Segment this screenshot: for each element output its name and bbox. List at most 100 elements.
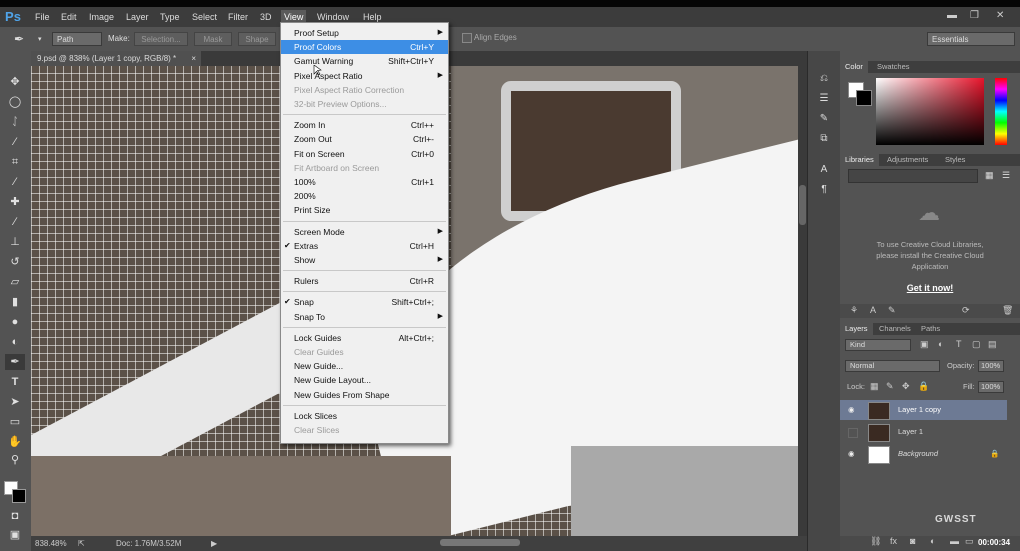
background-color-swatch[interactable] — [12, 489, 26, 503]
vertical-scrollbar[interactable] — [798, 66, 807, 536]
rectangle-tool-icon[interactable]: ▭ — [5, 414, 25, 430]
tab-close-icon[interactable]: × — [191, 51, 196, 66]
library-text-icon[interactable]: A — [870, 305, 876, 315]
properties-panel-icon[interactable]: ☰ — [817, 92, 831, 106]
gradient-tool-icon[interactable]: ▮ — [5, 294, 25, 310]
shape-button[interactable]: Shape — [238, 32, 276, 46]
dodge-tool-icon[interactable]: ◐ — [5, 334, 25, 350]
path-mode-select[interactable]: Path — [52, 32, 102, 46]
pen-tool-icon[interactable]: ✒ — [14, 32, 24, 46]
clone-source-icon[interactable]: ⧉ — [817, 132, 831, 146]
workspace-select[interactable]: Essentials — [927, 32, 1015, 46]
hue-slider[interactable] — [995, 78, 1007, 145]
layer-row[interactable]: ◉ Layer 1 copy — [840, 400, 1007, 420]
layer-row[interactable]: Layer 1 — [840, 422, 1007, 442]
zoom-tool-icon[interactable]: ⚲ — [5, 452, 25, 468]
quick-mask-icon[interactable]: ◘ — [5, 508, 25, 524]
layer-name[interactable]: Layer 1 — [898, 422, 923, 442]
tab-layers[interactable]: Layers — [840, 323, 873, 335]
list-view-icon[interactable]: ☰ — [1002, 170, 1010, 181]
menu-3d[interactable]: 3D — [257, 10, 275, 24]
brush-panel-icon[interactable]: ✎ — [817, 112, 831, 126]
move-tool-icon[interactable]: ✥ — [5, 74, 25, 90]
layer-row[interactable]: ◉ Background 🔒 — [840, 444, 1007, 464]
view-menu-item[interactable]: 100% Ctrl+1 — [281, 175, 448, 189]
brush-tool-icon[interactable]: ∕ — [5, 214, 25, 230]
menu-select[interactable]: Select — [189, 10, 220, 24]
adjustment-layer-icon[interactable]: ◐ — [930, 536, 935, 546]
fx-icon[interactable]: fx — [890, 536, 897, 546]
status-arrow-icon[interactable]: ▶ — [211, 536, 217, 551]
view-menu-item[interactable]: New Guides From Shape — [281, 388, 448, 402]
menu-image[interactable]: Image — [86, 10, 117, 24]
selection-button[interactable]: Selection... — [134, 32, 188, 46]
horizontal-scroll-thumb[interactable] — [440, 539, 520, 546]
tab-styles[interactable]: Styles — [940, 154, 970, 166]
menu-filter[interactable]: Filter — [225, 10, 251, 24]
view-menu-item[interactable]: Gamut Warning Shift+Ctrl+Y — [281, 54, 448, 68]
menu-file[interactable]: File — [32, 10, 53, 24]
menu-type[interactable]: Type — [157, 10, 183, 24]
minimize-icon[interactable]: ▬ — [947, 10, 957, 21]
lasso-tool-icon[interactable]: ᛇ — [5, 114, 25, 130]
filter-type-icon[interactable]: T — [956, 339, 962, 349]
library-brush-icon[interactable]: ✎ — [888, 305, 896, 316]
view-menu-item[interactable]: Pixel Aspect Ratio ▶ — [281, 69, 448, 83]
tab-paths[interactable]: Paths — [916, 323, 945, 335]
stamp-tool-icon[interactable]: ⊥ — [5, 234, 25, 250]
crop-tool-icon[interactable]: ⌗ — [5, 154, 25, 170]
view-menu-item[interactable]: Proof Setup ▶ — [281, 26, 448, 40]
link-layers-icon[interactable]: ⛓ — [870, 536, 881, 547]
vertical-scroll-thumb[interactable] — [799, 185, 806, 225]
library-sync-icon[interactable]: ⟳ — [962, 305, 970, 316]
visibility-eye-icon[interactable]: ◉ — [848, 444, 855, 464]
zoom-level[interactable]: 838.48% — [35, 536, 67, 551]
align-edges-checkbox[interactable] — [462, 33, 472, 43]
lock-all-icon[interactable]: 🔒 — [918, 381, 929, 392]
type-tool-icon[interactable]: T — [5, 374, 25, 390]
library-select[interactable] — [848, 169, 978, 183]
view-menu-item[interactable]: Rulers Ctrl+R — [281, 274, 448, 288]
layer-name[interactable]: Layer 1 copy — [898, 400, 941, 420]
restore-icon[interactable]: ❐ — [970, 10, 979, 21]
marquee-tool-icon[interactable]: ◯ — [5, 94, 25, 110]
hand-tool-icon[interactable]: ✋ — [5, 434, 25, 450]
view-menu-item[interactable]: ✔ Extras Ctrl+H — [281, 239, 448, 253]
character-panel-icon[interactable]: A — [817, 163, 831, 177]
color-picker-field[interactable] — [876, 78, 984, 145]
new-layer-icon[interactable]: ▭ — [965, 536, 974, 547]
tab-libraries[interactable]: Libraries — [840, 154, 879, 166]
view-menu-item[interactable]: Lock Slices — [281, 409, 448, 423]
library-trash-icon[interactable]: 🗑 — [1002, 305, 1013, 316]
paragraph-panel-icon[interactable]: ¶ — [817, 183, 831, 197]
view-menu-item[interactable]: Print Size — [281, 203, 448, 217]
history-panel-icon[interactable]: ⎌ — [817, 72, 831, 86]
tab-channels[interactable]: Channels — [874, 323, 916, 335]
view-menu-item[interactable]: Screen Mode ▶ — [281, 225, 448, 239]
share-icon[interactable]: ⇱ — [78, 536, 85, 551]
close-icon[interactable]: ✕ — [996, 10, 1004, 21]
menu-edit[interactable]: Edit — [58, 10, 80, 24]
tab-adjustments[interactable]: Adjustments — [882, 154, 933, 166]
view-menu-item[interactable]: Fit on Screen Ctrl+0 — [281, 147, 448, 161]
layer-filter-select[interactable]: Kind — [845, 339, 911, 351]
color-background-swatch[interactable] — [856, 90, 872, 106]
eyedropper-tool-icon[interactable]: ⁄ — [5, 174, 25, 190]
tab-swatches[interactable]: Swatches — [872, 61, 915, 73]
visibility-toggle-empty[interactable] — [848, 428, 858, 438]
lock-transparent-icon[interactable]: ▦ — [870, 381, 879, 392]
view-menu-item[interactable]: Lock Guides Alt+Ctrl+; — [281, 331, 448, 345]
view-menu-item[interactable]: New Guide Layout... — [281, 373, 448, 387]
fill-input[interactable]: 100% — [978, 381, 1004, 393]
view-menu-item[interactable]: Snap To ▶ — [281, 310, 448, 324]
filter-pixel-icon[interactable]: ▣ — [920, 339, 929, 350]
filter-shape-icon[interactable]: ▢ — [972, 339, 981, 350]
healing-tool-icon[interactable]: ✚ — [5, 194, 25, 210]
tab-color[interactable]: Color — [840, 61, 868, 73]
filter-adjustment-icon[interactable]: ◐ — [938, 339, 943, 349]
new-group-icon[interactable]: ▬ — [950, 536, 959, 546]
chevron-down-icon[interactable]: ▾ — [38, 35, 42, 43]
view-menu-item[interactable]: ✔ Snap Shift+Ctrl+; — [281, 295, 448, 309]
blur-tool-icon[interactable]: ● — [5, 314, 25, 330]
grid-view-icon[interactable]: ▦ — [985, 170, 994, 181]
